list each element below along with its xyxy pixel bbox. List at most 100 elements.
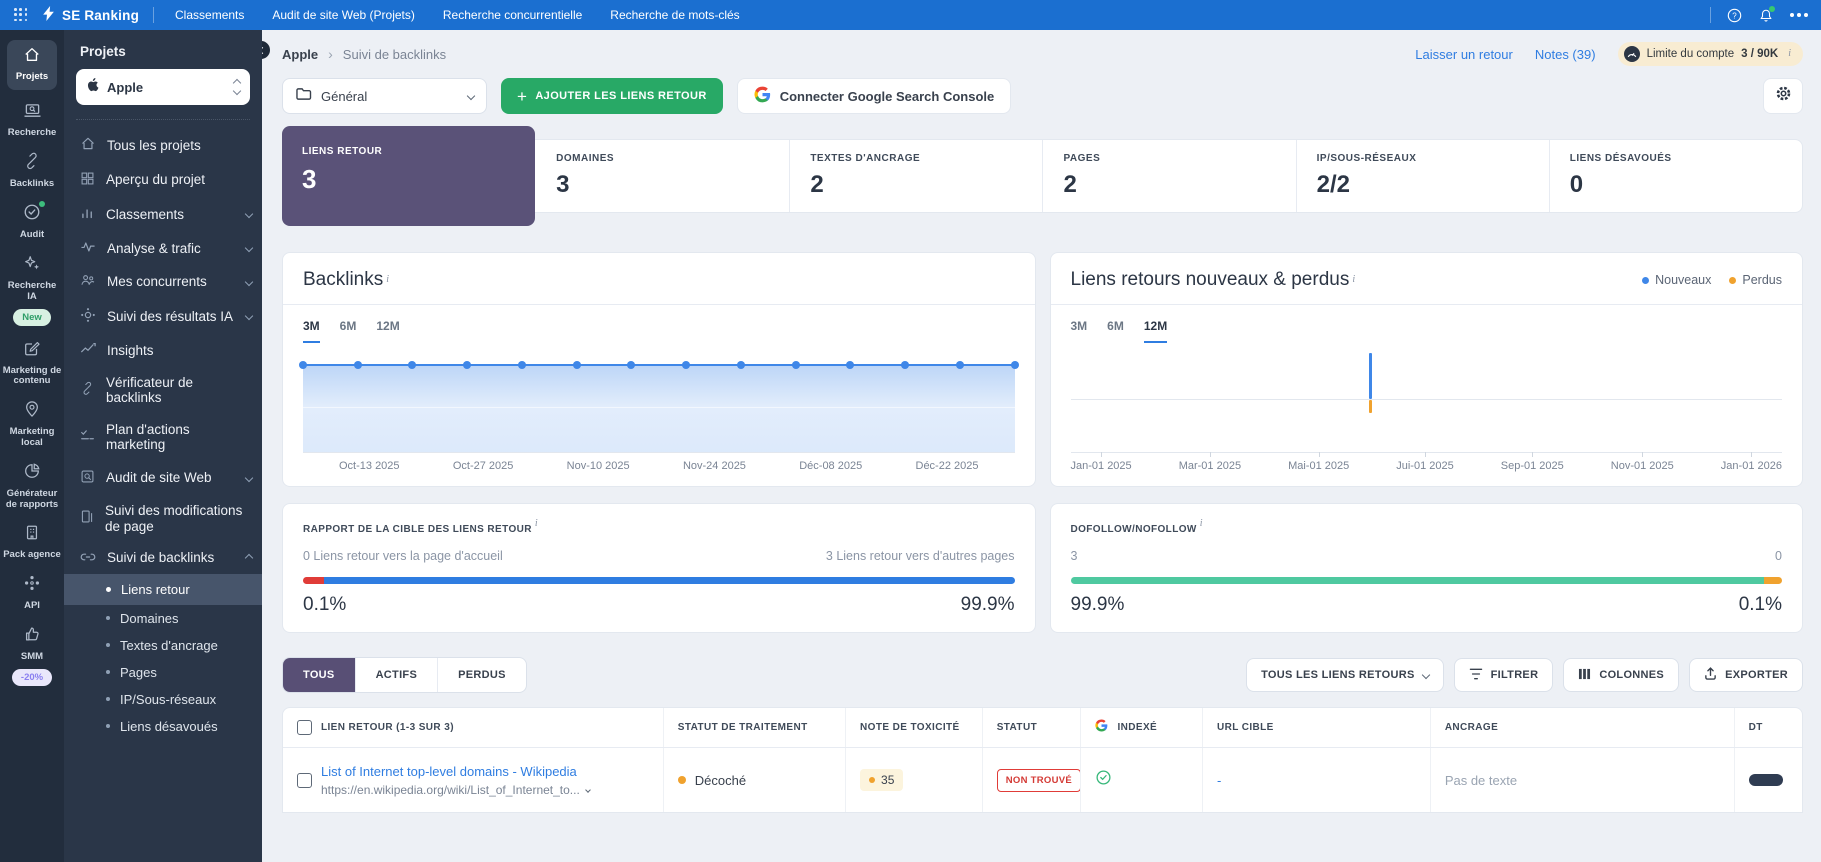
more-menu-icon[interactable] xyxy=(1789,6,1807,24)
notes-link[interactable]: Notes (39) xyxy=(1535,47,1596,62)
sidebar-item-plan-actions-marketing[interactable]: Plan d'actions marketing xyxy=(64,414,262,461)
sidebar-subitem-domaines[interactable]: Domaines xyxy=(64,605,262,632)
range-tab-6m[interactable]: 6M xyxy=(1107,319,1124,343)
sidebar-item-tous-les-projets[interactable]: Tous les projets xyxy=(64,128,262,163)
chevron-up-icon xyxy=(244,553,254,563)
sidebar-subitem-ip-sous-reseaux[interactable]: IP/Sous-réseaux xyxy=(64,686,262,713)
group-select[interactable]: Général xyxy=(282,78,487,114)
backlinks-line-chart[interactable] xyxy=(299,347,1019,453)
rail-item-audit[interactable]: Audit xyxy=(2,200,62,241)
dofollow-progress-bar xyxy=(1070,577,1782,584)
select-all-checkbox[interactable] xyxy=(297,720,312,735)
range-tab-3m[interactable]: 3M xyxy=(303,319,320,343)
sidebar-item-suivi-modifications-page[interactable]: Suivi des modifications de page xyxy=(64,495,262,542)
top-navbar: SE Ranking Classements Audit de site Web… xyxy=(0,0,1821,30)
pie-chart-icon xyxy=(23,462,41,485)
sidebar-item-verificateur-backlinks[interactable]: Vérificateur de backlinks xyxy=(64,367,262,414)
sidebar-item-apercu-du-projet[interactable]: Aperçu du projet xyxy=(64,163,262,198)
settings-button[interactable] xyxy=(1763,78,1803,114)
stat-liens-retour-active[interactable]: LIENS RETOUR 3 xyxy=(282,126,536,226)
connect-gsc-button[interactable]: Connecter Google Search Console xyxy=(736,78,1012,114)
nav-item-mots-cles[interactable]: Recherche de mots-clés xyxy=(603,8,746,22)
tab-perdus[interactable]: PERDUS xyxy=(437,658,526,692)
nav-item-audit[interactable]: Audit de site Web (Projets) xyxy=(265,8,422,22)
rail-item-recherche[interactable]: Recherche xyxy=(2,103,62,139)
rail-item-generateur-rapports[interactable]: Générateur de rapports xyxy=(2,462,62,511)
rail-item-recherche-ia[interactable]: Recherche IA New xyxy=(2,254,62,326)
range-tab-3m[interactable]: 3M xyxy=(1071,319,1088,343)
add-backlinks-button[interactable]: + AJOUTER LES LIENS RETOUR xyxy=(501,78,723,114)
backlink-source-url: https://en.wikipedia.org/wiki/List_of_In… xyxy=(321,782,580,797)
table-controls: TOUS ACTIFS PERDUS TOUS LES LIENS RETOUR… xyxy=(282,657,1803,693)
tab-tous[interactable]: TOUS xyxy=(283,658,355,692)
chevron-down-icon xyxy=(244,210,254,219)
sidebar-collapse-button[interactable] xyxy=(262,38,273,62)
stat-textes-ancrage[interactable]: TEXTES D'ANCRAGE 2 xyxy=(789,140,1042,212)
url-expand-caret[interactable] xyxy=(584,786,591,793)
sidebar-item-mes-concurrents[interactable]: Mes concurrents xyxy=(64,265,262,299)
apple-logo-icon xyxy=(86,77,99,97)
row-checkbox[interactable] xyxy=(297,772,312,788)
bullet-icon xyxy=(106,670,110,675)
tab-actifs[interactable]: ACTIFS xyxy=(354,658,438,692)
sidebar-subitem-liens-retour[interactable]: Liens retour xyxy=(64,573,262,605)
notifications-bell-icon[interactable] xyxy=(1757,6,1775,24)
target-right-label: 3 Liens retour vers d'autres pages xyxy=(825,549,1015,563)
rail-item-projets[interactable]: Projets xyxy=(7,40,57,90)
help-icon[interactable]: ? xyxy=(1725,6,1743,24)
chain-link-icon xyxy=(23,152,41,175)
account-limit-badge[interactable]: Limite du compte 3 / 90K i xyxy=(1617,42,1803,66)
rail-item-smm[interactable]: SMM -20% xyxy=(2,625,62,686)
status-badge: NON TROUVÉ xyxy=(996,768,1082,792)
api-nodes-icon xyxy=(23,574,41,597)
range-tab-12m[interactable]: 12M xyxy=(1143,319,1168,343)
links-filter-dropdown[interactable]: TOUS LES LIENS RETOURS xyxy=(1246,658,1444,692)
range-tab-6m[interactable]: 6M xyxy=(340,319,357,343)
link-icon xyxy=(80,381,95,400)
sidebar-subitem-liens-desavoues[interactable]: Liens désavoués xyxy=(64,713,262,740)
info-icon: i xyxy=(534,517,538,529)
feedback-link[interactable]: Laisser un retour xyxy=(1415,47,1513,62)
svg-text:?: ? xyxy=(1732,11,1737,20)
rail-item-pack-agence[interactable]: Pack agence xyxy=(2,524,62,561)
project-name: Apple xyxy=(107,79,144,95)
export-button[interactable]: EXPORTER xyxy=(1689,658,1803,692)
filter-button[interactable]: FILTRER xyxy=(1453,658,1554,692)
sidebar-title: Projets xyxy=(80,44,126,59)
new-lost-bar-chart[interactable] xyxy=(1070,347,1782,453)
bullet-icon xyxy=(106,616,110,621)
breadcrumb-project[interactable]: Apple xyxy=(282,47,318,62)
rail-item-marketing-contenu[interactable]: Marketing de contenu xyxy=(2,339,62,388)
range-tab-12m[interactable]: 12M xyxy=(376,319,399,343)
brand-logo[interactable]: SE Ranking xyxy=(42,6,139,24)
apps-grid-icon[interactable] xyxy=(14,8,28,22)
rail-item-marketing-local[interactable]: Marketing local xyxy=(2,400,62,449)
project-selector[interactable]: Apple xyxy=(76,69,250,105)
columns-button[interactable]: COLONNES xyxy=(1563,658,1680,692)
stat-domaines[interactable]: DOMAINES 3 xyxy=(536,140,789,212)
stat-liens-desavoues[interactable]: LIENS DÉSAVOUÉS 0 xyxy=(1548,140,1802,212)
sidebar-item-audit-site-web[interactable]: Audit de site Web xyxy=(64,461,262,496)
new-badge: New xyxy=(13,308,51,326)
sidebar-subitem-textes-ancrage[interactable]: Textes d'ancrage xyxy=(64,632,262,659)
sidebar-subitem-pages[interactable]: Pages xyxy=(64,659,262,686)
stat-ip-sous-reseaux[interactable]: IP/SOUS-RÉSEAUX 2/2 xyxy=(1295,140,1549,212)
backlink-url-link[interactable]: List of Internet top-level domains - Wik… xyxy=(321,764,590,779)
discount-badge: -20% xyxy=(11,668,53,686)
nav-item-classements[interactable]: Classements xyxy=(168,8,251,22)
stat-pages[interactable]: PAGES 2 xyxy=(1042,140,1295,212)
col-statut: STATUT xyxy=(996,722,1038,733)
sidebar-item-classements[interactable]: Classements xyxy=(64,197,262,232)
doc-search-icon xyxy=(80,469,95,488)
sidebar-item-analyse-trafic[interactable]: Analyse & trafic xyxy=(64,232,262,266)
google-icon xyxy=(1095,718,1108,737)
rail-item-api[interactable]: API xyxy=(2,574,62,612)
pages-icon xyxy=(80,509,94,528)
nav-item-concurrentielle[interactable]: Recherche concurrentielle xyxy=(436,8,589,22)
sidebar-item-insights[interactable]: Insights xyxy=(64,334,262,367)
rail-item-backlinks[interactable]: Backlinks xyxy=(2,152,62,190)
dofollow-left-count: 3 xyxy=(1070,549,1078,563)
sidebar-item-suivi-resultats-ia[interactable]: Suivi des résultats IA xyxy=(64,299,262,335)
chevron-down-icon xyxy=(466,91,476,101)
sidebar-item-suivi-de-backlinks[interactable]: Suivi de backlinks xyxy=(64,542,262,574)
